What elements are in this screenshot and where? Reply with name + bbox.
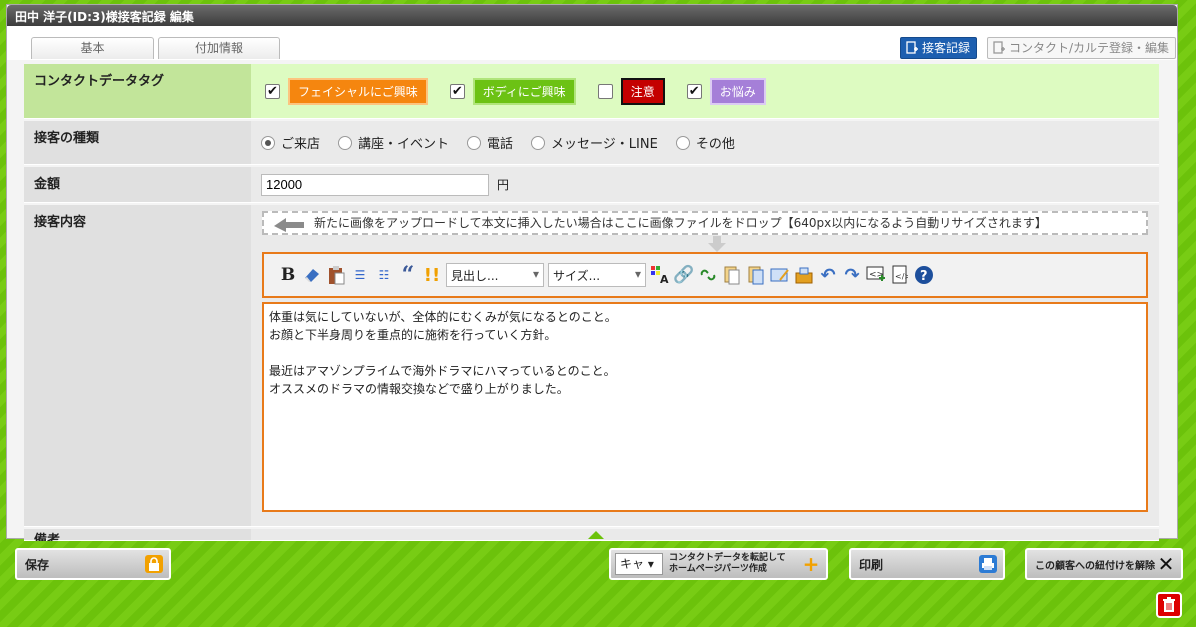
radio-phone-button[interactable] bbox=[467, 135, 482, 150]
plus-icon: + bbox=[802, 552, 820, 576]
footer-action-bar bbox=[0, 537, 1196, 627]
numbered-list-icon[interactable]: ☷ bbox=[374, 264, 394, 286]
radio-event-button[interactable] bbox=[338, 135, 353, 150]
radio-message[interactable]: メッセージ・LINE bbox=[531, 133, 658, 152]
tag-caution: 注意 bbox=[620, 77, 665, 105]
tag-row: コンタクトデータタグ ✔ フェイシャルにご興味 ✔ ボディにご興味 注意 ✔ お… bbox=[24, 64, 1159, 119]
tag-checkbox-body[interactable]: ✔ bbox=[449, 83, 465, 99]
radio-phone-label: 電話 bbox=[487, 137, 514, 152]
document-plus-icon bbox=[992, 41, 1006, 55]
content-label: 接客内容 bbox=[24, 205, 251, 527]
radio-visit[interactable]: ご来店 bbox=[261, 133, 320, 152]
printer-icon bbox=[979, 555, 997, 573]
transfer-button[interactable]: キャ ▾ コンタクトデータを転記して ホームページパーツ作成 + bbox=[609, 548, 828, 580]
tab-contact-chart[interactable]: コンタクト/カルテ登録・編集 bbox=[987, 37, 1177, 59]
radio-phone[interactable]: 電話 bbox=[467, 133, 513, 152]
service-type-label: 接客の種類 bbox=[24, 121, 251, 165]
source-view-icon[interactable]: <> bbox=[866, 264, 886, 286]
image-edit-icon[interactable] bbox=[770, 264, 790, 286]
tag-checkbox-caution[interactable] bbox=[597, 83, 613, 99]
hand-pointer-icon bbox=[272, 214, 306, 238]
bold-icon[interactable]: B bbox=[278, 264, 298, 286]
radio-event[interactable]: 講座・イベント bbox=[338, 133, 449, 152]
radio-event-label: 講座・イベント bbox=[358, 137, 450, 152]
tab-service-record-label: 接客記録 bbox=[922, 41, 971, 55]
print-button[interactable]: 印刷 bbox=[849, 548, 1005, 580]
service-type-row: 接客の種類 ご来店 講座・イベント 電話 メッセージ・LINE その他 bbox=[24, 121, 1159, 165]
trash-icon[interactable] bbox=[1156, 592, 1182, 618]
editor-toolbar: B ☰ ☷ “ !! 見出し... サイズ... A 🔗 ↶ ↷ <> </> … bbox=[262, 252, 1148, 298]
tag-checkbox-facial[interactable]: ✔ bbox=[265, 83, 280, 99]
close-icon: ✕ bbox=[1157, 552, 1175, 576]
amount-unit: 円 bbox=[497, 178, 510, 192]
unlink-customer-button[interactable]: この顧客への紐付けを解除 ✕ bbox=[1025, 548, 1183, 580]
redo-icon[interactable]: ↷ bbox=[842, 264, 862, 286]
radio-visit-button[interactable] bbox=[261, 135, 275, 150]
document-copy-icon[interactable] bbox=[746, 264, 766, 286]
tag-worries: お悩み bbox=[709, 77, 766, 105]
tag-label: コンタクトデータタグ bbox=[24, 64, 251, 119]
html-code-icon[interactable]: </> bbox=[890, 264, 910, 286]
unlink-icon[interactable] bbox=[698, 264, 718, 286]
amount-label: 金額 bbox=[24, 167, 251, 203]
size-select[interactable]: サイズ... bbox=[548, 263, 646, 287]
save-label: 保存 bbox=[25, 557, 50, 572]
print-label: 印刷 bbox=[859, 557, 884, 572]
transfer-line2: ホームページパーツ作成 bbox=[669, 564, 767, 574]
quote-icon[interactable]: “ bbox=[398, 262, 418, 288]
paste-icon[interactable] bbox=[326, 264, 346, 286]
link-icon[interactable]: 🔗 bbox=[673, 264, 694, 286]
transfer-line1: コンタクトデータを転記して bbox=[669, 553, 786, 563]
tab-contact-chart-label: コンタクト/カルテ登録・編集 bbox=[1009, 41, 1170, 55]
color-grid-icon[interactable]: A bbox=[650, 264, 670, 286]
radio-other-button[interactable] bbox=[675, 135, 690, 150]
heading-select[interactable]: 見出し... bbox=[446, 263, 544, 287]
tab-basic[interactable]: 基本 bbox=[31, 37, 154, 59]
lock-icon bbox=[145, 555, 163, 573]
carrier-select-value: キャ bbox=[620, 557, 645, 571]
radio-other-label: その他 bbox=[695, 137, 735, 152]
tab-additional-info[interactable]: 付加情報 bbox=[158, 37, 280, 59]
image-dropzone[interactable]: 新たに画像をアップロードして本文に挿入したい場合はここに画像ファイルをドロップ【… bbox=[262, 211, 1148, 235]
transfer-text: コンタクトデータを転記して ホームページパーツ作成 bbox=[669, 553, 786, 575]
tag-body: ボディにご興味 bbox=[472, 77, 576, 105]
svg-text:</>: </> bbox=[895, 272, 908, 281]
package-icon[interactable] bbox=[794, 264, 814, 286]
help-icon[interactable]: ? bbox=[914, 264, 934, 286]
dropzone-text: 新たに画像をアップロードして本文に挿入したい場合はここに画像ファイルをドロップ【… bbox=[314, 216, 1047, 230]
exclamation-icon[interactable]: !! bbox=[422, 264, 442, 286]
carrier-select[interactable]: キャ ▾ bbox=[615, 553, 663, 575]
tab-service-record[interactable]: 接客記録 bbox=[900, 37, 978, 59]
document-icon[interactable] bbox=[722, 264, 742, 286]
content-editor[interactable]: 体重は気にしていないが、全体的にむくみが気になるとのこと。 お顔と下半身周りを重… bbox=[262, 302, 1148, 512]
amount-input[interactable] bbox=[261, 173, 489, 196]
save-button[interactable]: 保存 bbox=[15, 548, 171, 580]
tab-bar: 基本 付加情報 接客記録 コンタクト/カルテ登録・編集 bbox=[7, 26, 1177, 60]
svg-text:?: ? bbox=[920, 269, 928, 284]
eraser-icon[interactable] bbox=[302, 264, 322, 286]
undo-icon[interactable]: ↶ bbox=[818, 264, 838, 286]
document-plus-icon bbox=[905, 41, 919, 55]
radio-visit-label: ご来店 bbox=[281, 137, 321, 152]
radio-message-button[interactable] bbox=[531, 135, 546, 150]
amount-row: 金額 円 bbox=[24, 167, 1159, 203]
radio-message-label: メッセージ・LINE bbox=[551, 137, 658, 152]
radio-other[interactable]: その他 bbox=[675, 133, 735, 152]
tag-facial: フェイシャルにご興味 bbox=[288, 77, 428, 105]
window-title: 田中 洋子(ID:3)様接客記録 編集 bbox=[7, 5, 1177, 26]
bullet-list-icon[interactable]: ☰ bbox=[350, 264, 370, 286]
unlink-customer-label: この顧客への紐付けを解除 bbox=[1035, 560, 1155, 572]
svg-text:A: A bbox=[660, 273, 669, 284]
tag-checkbox-worries[interactable]: ✔ bbox=[686, 83, 702, 99]
